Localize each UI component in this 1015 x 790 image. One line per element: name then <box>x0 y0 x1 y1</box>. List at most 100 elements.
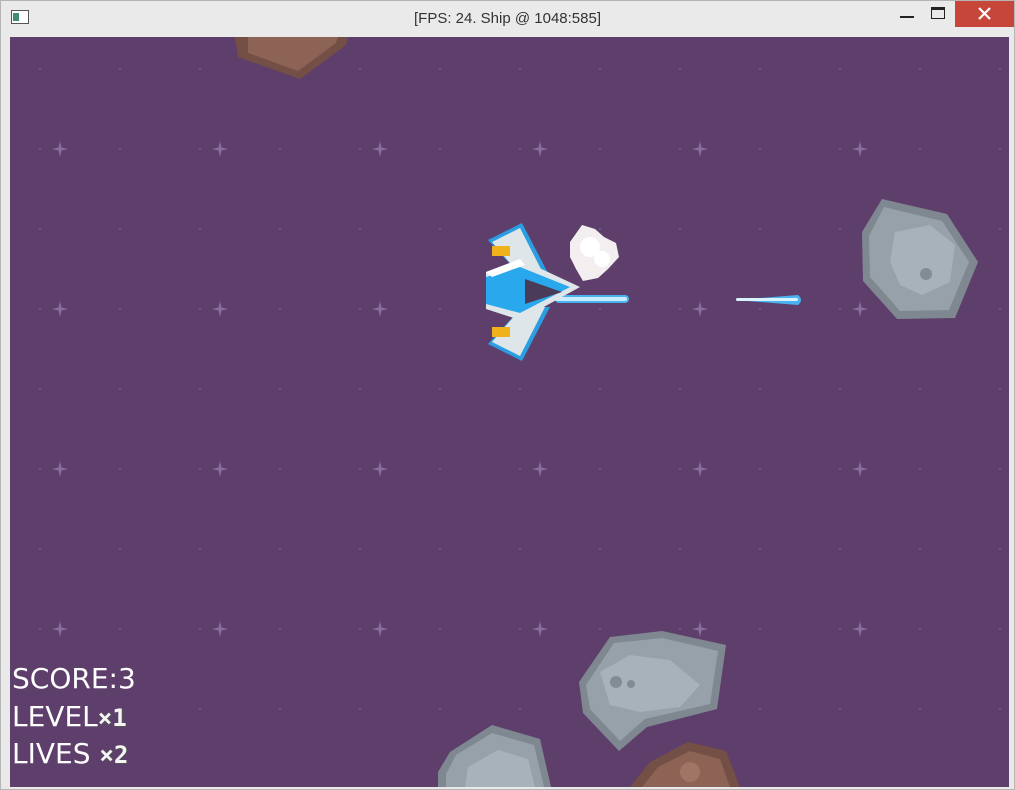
star <box>852 461 868 477</box>
star-dot <box>118 547 122 551</box>
star <box>52 461 68 477</box>
star-dot <box>38 627 42 631</box>
star-dot <box>38 67 42 71</box>
star-dot <box>518 547 522 551</box>
star-dot <box>998 307 1002 311</box>
game-window: [FPS: 24. Ship @ 1048:585] SCORE:3 LEVEL… <box>0 0 1015 790</box>
star-dot <box>278 707 282 711</box>
star-dot <box>198 467 202 471</box>
star <box>212 301 228 317</box>
star-dot <box>598 547 602 551</box>
star-dot <box>838 307 842 311</box>
star-dot <box>678 547 682 551</box>
star-dot <box>758 467 762 471</box>
app-icon <box>11 10 29 24</box>
star-dot <box>598 67 602 71</box>
star-dot <box>278 547 282 551</box>
star-dot <box>278 627 282 631</box>
star <box>532 621 548 637</box>
close-button[interactable] <box>955 1 1014 27</box>
star-dot <box>358 547 362 551</box>
star-dot <box>598 227 602 231</box>
star-dot <box>918 707 922 711</box>
star-dot <box>758 147 762 151</box>
star <box>212 141 228 157</box>
star-dot <box>518 707 522 711</box>
star-dot <box>758 227 762 231</box>
star-dot <box>118 67 122 71</box>
star-dot <box>678 227 682 231</box>
star-dot <box>278 147 282 151</box>
star-dot <box>118 307 122 311</box>
laser-bolt <box>555 295 629 303</box>
star-dot <box>518 67 522 71</box>
star-dot <box>198 387 202 391</box>
star-dot <box>918 467 922 471</box>
star-dot <box>198 67 202 71</box>
star-dot <box>998 547 1002 551</box>
star-dot <box>838 707 842 711</box>
star-dot <box>278 307 282 311</box>
gray-asteroid <box>438 725 551 787</box>
score-display: SCORE:3 <box>12 665 136 693</box>
star-dot <box>758 307 762 311</box>
star-dot <box>38 227 42 231</box>
star <box>852 141 868 157</box>
star-dot <box>838 547 842 551</box>
star-dot <box>118 147 122 151</box>
star-dot <box>358 627 362 631</box>
star-dot <box>678 627 682 631</box>
star-dot <box>518 627 522 631</box>
star-dot <box>678 307 682 311</box>
game-canvas[interactable]: SCORE:3 LEVEL×1 LIVES ×2 <box>10 37 1009 787</box>
score-label: SCORE:3 <box>12 662 136 695</box>
level-display: LEVEL×1 <box>12 703 127 733</box>
star-dot <box>678 67 682 71</box>
minimize-icon <box>900 16 914 18</box>
star-dot <box>838 467 842 471</box>
star-dot <box>758 707 762 711</box>
star-dot <box>998 227 1002 231</box>
star-dot <box>198 707 202 711</box>
star-dot <box>198 147 202 151</box>
gray-asteroid <box>862 199 978 319</box>
brown-asteroid <box>630 742 740 787</box>
star-dot <box>918 627 922 631</box>
star-dot <box>918 147 922 151</box>
star-dot <box>38 467 42 471</box>
window-title: [FPS: 24. Ship @ 1048:585] <box>413 10 601 27</box>
star-dot <box>998 627 1002 631</box>
star <box>692 461 708 477</box>
star-dot <box>838 227 842 231</box>
star-dot <box>118 227 122 231</box>
star <box>852 621 868 637</box>
star-dot <box>518 387 522 391</box>
star <box>532 461 548 477</box>
laser-bolt <box>735 295 801 305</box>
maximize-button[interactable] <box>923 1 953 27</box>
close-icon <box>978 7 991 20</box>
star-dot <box>198 227 202 231</box>
star-dot <box>438 547 442 551</box>
minimize-button[interactable] <box>891 1 923 27</box>
star-dot <box>598 627 602 631</box>
star-dot <box>358 387 362 391</box>
star-dot <box>838 387 842 391</box>
star-dot <box>38 547 42 551</box>
star-dot <box>198 547 202 551</box>
lives-display: LIVES ×2 <box>12 740 128 770</box>
star-dot <box>38 387 42 391</box>
star-dot <box>998 67 1002 71</box>
title-bar[interactable]: [FPS: 24. Ship @ 1048:585] <box>1 1 1014 37</box>
player-ship <box>486 223 580 361</box>
brown-asteroid <box>235 37 348 79</box>
star <box>372 621 388 637</box>
star-dot <box>838 67 842 71</box>
star-dot <box>118 627 122 631</box>
star <box>852 301 868 317</box>
star <box>692 621 708 637</box>
star <box>52 141 68 157</box>
star-dot <box>678 387 682 391</box>
star-dot <box>118 387 122 391</box>
star-dot <box>838 147 842 151</box>
